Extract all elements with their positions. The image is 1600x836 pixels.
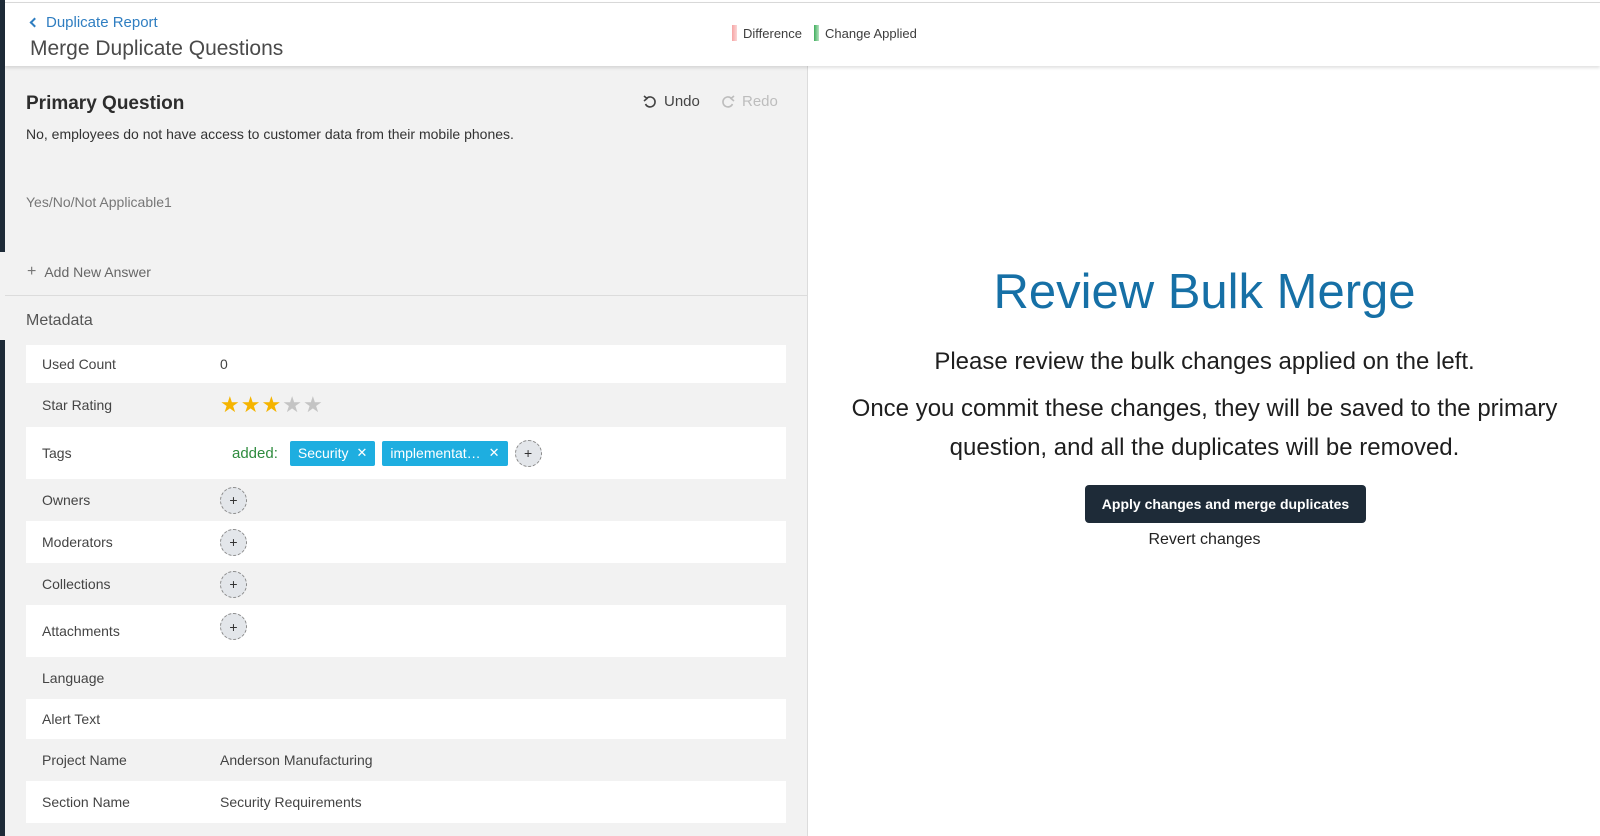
metadata-row-section-name: Section Name Security Requirements [26,781,786,823]
legend-difference: Difference [743,25,803,41]
alert-text-label: Alert Text [42,711,101,727]
star-rating[interactable]: ★ ★ ★ ★ ★ [220,394,786,416]
metadata-row-owners: Owners + [26,479,786,521]
section-name-value: Security Requirements [220,794,362,810]
star-icon[interactable]: ★ [220,394,240,416]
metadata-row-used-count: Used Count 0 [26,345,786,383]
metadata-row-tags: Tags added: Security ✕ implementat… ✕ + [26,427,786,479]
chevron-left-icon [29,17,40,28]
owners-label: Owners [42,492,91,508]
change-applied-swatch [814,25,820,41]
add-owner-button[interactable]: + [220,486,247,514]
language-label: Language [42,670,105,686]
metadata-row-attachments: Attachments + [26,605,786,657]
star-rating-label: Star Rating [42,397,113,413]
metadata-table: Used Count 0 Star Rating ★ ★ ★ ★ ★ Tags adde… [26,345,786,823]
review-panel: Review Bulk Merge Please review the bulk… [809,66,1600,836]
redo-label: Redo [742,93,778,110]
tags-label: Tags [42,445,72,461]
apply-merge-button[interactable]: Apply changes and merge duplicates [1085,485,1366,523]
collections-label: Collections [42,576,111,592]
tag-label: implementat… [390,445,481,461]
legend-change-applied: Change Applied [825,25,917,41]
add-new-answer-button[interactable]: + Add New Answer [27,263,151,281]
star-icon[interactable]: ★ [261,394,281,416]
attachments-label: Attachments [42,623,120,639]
metadata-row-moderators: Moderators + [26,521,786,563]
tags-added-label: added: [232,444,278,462]
metadata-row-project-name: Project Name Anderson Manufacturing [26,739,786,781]
star-icon[interactable]: ★ [241,394,261,416]
used-count-value: 0 [220,356,228,372]
remove-tag-icon[interactable]: ✕ [489,445,500,461]
difference-swatch [732,25,737,41]
primary-question-title: Primary Question [26,93,185,114]
add-moderator-button[interactable]: + [220,528,247,556]
undo-icon [643,94,656,108]
review-description: Once you commit these changes, they will… [851,395,1558,461]
metadata-title: Metadata [26,312,93,329]
redo-icon [722,94,735,108]
revert-changes-link[interactable]: Revert changes [1148,531,1260,548]
plus-icon: + [27,263,37,280]
add-new-answer-label: Add New Answer [44,264,151,280]
undo-button[interactable]: Undo [642,93,700,110]
section-name-label: Section Name [42,794,130,810]
divider [5,295,807,296]
add-attachment-button[interactable]: + [220,613,247,640]
legend: Difference Change Applied [732,25,929,41]
star-icon[interactable]: ★ [282,394,302,416]
metadata-row-language: Language [26,657,786,699]
tag-chip-security[interactable]: Security ✕ [289,440,376,466]
add-tag-button[interactable]: + [514,439,542,467]
review-title: Review Bulk Merge [993,265,1416,319]
moderators-label: Moderators [42,534,113,550]
remove-tag-icon[interactable]: ✕ [356,445,367,461]
page-title: Merge Duplicate Questions [30,37,284,60]
used-count-label: Used Count [42,356,116,372]
metadata-row-collections: Collections + [26,563,786,605]
primary-question-panel: Primary Question Undo Redo No, employees… [5,66,808,836]
primary-question-text[interactable]: No, employees do not have access to cust… [26,126,514,142]
add-collection-button[interactable]: + [220,570,247,598]
review-instruction: Please review the bulk changes applied o… [934,348,1475,375]
back-link-label: Duplicate Report [46,14,158,31]
project-name-value: Anderson Manufacturing [220,752,373,768]
top-bar: Duplicate Report Merge Duplicate Questio… [5,2,1600,66]
metadata-row-star-rating: Star Rating ★ ★ ★ ★ ★ [26,383,786,427]
undo-label: Undo [664,93,700,110]
redo-button[interactable]: Redo [720,93,778,110]
back-link[interactable]: Duplicate Report [29,14,158,31]
tag-chip-implementation[interactable]: implementat… ✕ [382,440,508,466]
project-name-label: Project Name [42,752,127,768]
star-icon[interactable]: ★ [303,394,323,416]
answer-type[interactable]: Yes/No/Not Applicable1 [26,194,172,210]
tag-label: Security [297,445,349,461]
metadata-row-alert-text: Alert Text [26,699,786,739]
